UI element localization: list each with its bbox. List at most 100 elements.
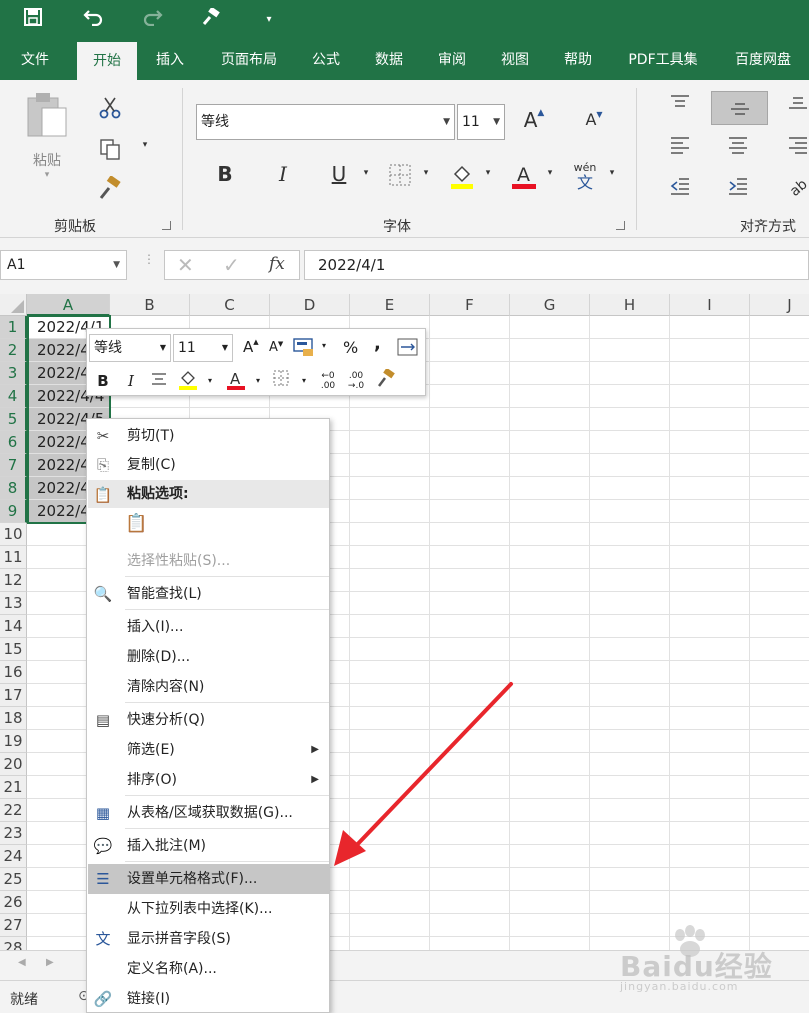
phonetic-icon[interactable]: wén 文 [572,162,598,194]
menu-item-insert[interactable]: 插入(I)... [88,612,329,642]
align-top-icon[interactable] [666,92,694,118]
row-header-13[interactable]: 13 [0,592,27,615]
orientation-icon[interactable]: ab [784,176,809,204]
row-header-7[interactable]: 7 [0,454,27,477]
align-right-icon[interactable] [784,135,809,163]
chevron-down-icon[interactable]: ▾ [299,369,309,393]
paste-button[interactable]: 粘贴 ▾ [22,90,72,190]
scroll-left-icon[interactable]: ◀ [18,957,26,968]
font-name-combo[interactable]: 等线 ▼ [196,104,455,140]
row-header-10[interactable]: 10 [0,523,27,546]
row-header-19[interactable]: 19 [0,730,27,753]
border-icon[interactable] [388,164,412,188]
copy-icon[interactable] [96,137,124,163]
name-box[interactable]: A1 ▼ [0,250,127,280]
row-header-20[interactable]: 20 [0,753,27,776]
align-center-icon[interactable] [724,135,752,163]
bold-icon[interactable]: B [95,369,111,393]
row-header-2[interactable]: 2 [0,339,27,362]
row-header-3[interactable]: 3 [0,362,27,385]
border-dropdown-icon[interactable]: ▾ [420,168,432,178]
menu-item-show-phonetic[interactable]: 文显示拼音字段(S) [88,924,329,954]
underline-dropdown-icon[interactable]: ▾ [360,168,372,178]
tab-help[interactable]: 帮助 [554,40,602,80]
tab-review[interactable]: 审阅 [428,40,476,80]
fill-color-dropdown-icon[interactable]: ▾ [482,168,494,178]
row-header-18[interactable]: 18 [0,707,27,730]
font-color-icon[interactable]: A [510,162,538,190]
row-header-9[interactable]: 9 [0,500,27,523]
percent-style-icon[interactable]: % [343,338,358,357]
select-all-corner[interactable] [0,294,27,316]
column-header-b[interactable]: B [110,294,190,316]
tab-pdf-tools[interactable]: PDF工具集 [618,40,708,80]
chevron-down-icon[interactable]: ▾ [253,369,263,393]
decrease-font-icon[interactable]: A▼ [580,110,608,138]
number-format-icon[interactable] [293,337,315,357]
increase-font-icon[interactable]: A▲ [520,108,548,136]
menu-item-format-cells[interactable]: ☰ 设置单元格格式(F)... [88,864,329,894]
increase-indent-icon[interactable] [724,176,752,204]
chevron-down-icon[interactable]: ▾ [205,369,215,393]
phonetic-dropdown-icon[interactable]: ▾ [606,168,618,178]
column-header-j[interactable]: J [750,294,809,316]
column-header-a[interactable]: A [27,294,110,316]
row-header-8[interactable]: 8 [0,477,27,500]
fill-color-icon[interactable] [448,162,476,190]
paste-icon[interactable]: 📋 [125,513,149,537]
tab-file[interactable]: 文件 [8,40,62,80]
column-header-d[interactable]: D [270,294,350,316]
row-header-17[interactable]: 17 [0,684,27,707]
row-header-23[interactable]: 23 [0,822,27,845]
row-header-14[interactable]: 14 [0,615,27,638]
menu-item-insert-comment[interactable]: 💬 插入批注(M) [88,831,329,861]
menu-item-get-data-from-table[interactable]: ▦ 从表格/区域获取数据(G)... [88,798,329,828]
tab-insert[interactable]: 插入 [146,40,194,80]
underline-icon[interactable]: U [326,162,352,190]
menu-item-quick-analysis[interactable]: ▤ 快速分析(Q) [88,705,329,735]
formula-input[interactable]: 2022/4/1 [304,250,809,280]
customize-qat-icon[interactable]: ▾ [256,8,282,32]
font-launcher-icon[interactable] [616,221,625,230]
menu-item-copy[interactable]: ⎘ 复制(C) [88,450,329,480]
bold-icon[interactable]: B [212,162,238,190]
row-header-11[interactable]: 11 [0,546,27,569]
increase-decimal-icon[interactable]: ←0.00 [317,369,339,393]
tab-view[interactable]: 视图 [491,40,539,80]
align-left-icon[interactable] [666,135,694,163]
column-header-e[interactable]: E [350,294,430,316]
insert-function-icon[interactable]: fx [269,254,285,274]
tab-data[interactable]: 数据 [365,40,413,80]
row-header-28[interactable]: 28 [0,937,27,950]
row-header-25[interactable]: 25 [0,868,27,891]
menu-item-clear-contents[interactable]: 清除内容(N) [88,672,329,702]
italic-icon[interactable]: I [123,369,139,393]
redo-icon[interactable] [140,8,166,32]
menu-item-filter[interactable]: 筛选(E) ▶ [88,735,329,765]
menu-item-link[interactable]: 🔗 链接(I) [88,984,329,1013]
tab-page-layout[interactable]: 页面布局 [210,40,288,80]
font-color-dropdown-icon[interactable]: ▾ [544,168,556,178]
copy-dropdown-icon[interactable]: ▾ [138,140,152,160]
chevron-down-icon[interactable]: ▾ [322,341,326,350]
wrap-text-icon[interactable] [397,337,419,357]
menu-item-cut[interactable]: ✂ 剪切(T) [88,421,329,451]
row-header-4[interactable]: 4 [0,385,27,408]
align-bottom-icon[interactable] [784,92,809,118]
column-header-c[interactable]: C [190,294,270,316]
clipboard-launcher-icon[interactable] [162,221,171,230]
border-icon[interactable] [271,369,291,393]
tab-home[interactable]: 开始 [77,42,137,80]
increase-font-icon[interactable]: A▲ [243,338,259,356]
decrease-indent-icon[interactable] [666,176,694,204]
row-header-26[interactable]: 26 [0,891,27,914]
row-header-27[interactable]: 27 [0,914,27,937]
undo-icon[interactable] [80,8,106,32]
font-size-combo[interactable]: 11 ▼ [457,104,505,140]
italic-icon[interactable]: I [270,162,296,190]
menu-item-define-name[interactable]: 定义名称(A)... [88,954,329,984]
mini-font-size[interactable]: 11 ▼ [173,334,233,362]
enter-icon[interactable]: ✓ [223,253,240,277]
menu-item-smart-lookup[interactable]: 🔍 智能查找(L) [88,579,329,609]
format-painter-icon[interactable] [375,367,397,393]
